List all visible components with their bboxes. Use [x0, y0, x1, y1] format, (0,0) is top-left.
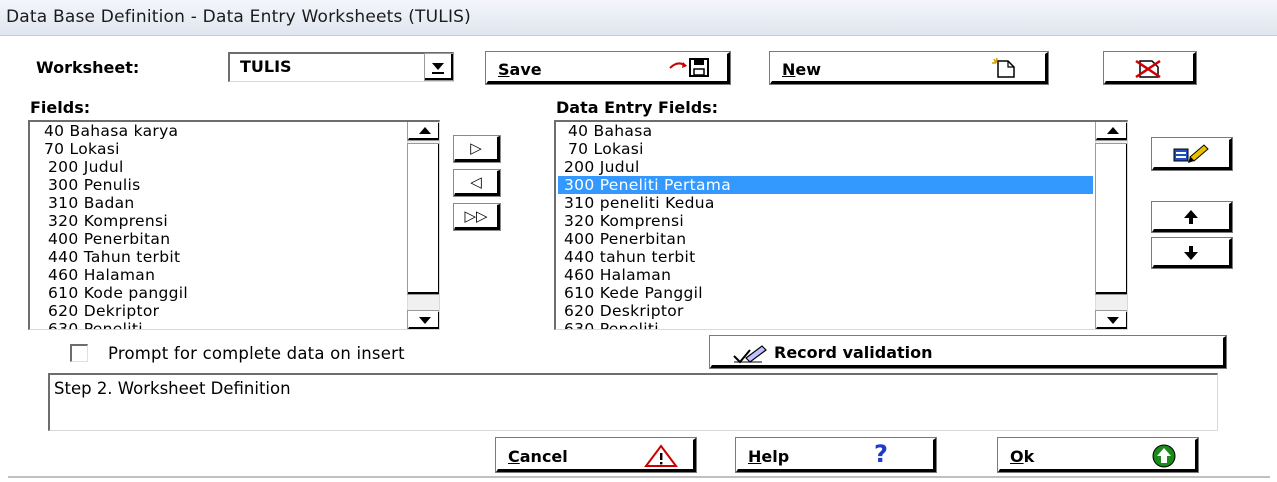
add-all-fields-button[interactable]: ▷▷ [453, 203, 501, 231]
list-item[interactable]: 620 Deskriptor [558, 302, 1093, 320]
list-item[interactable]: 610 Kode panggil [32, 284, 405, 302]
list-item[interactable]: 300 Penulis [32, 176, 405, 194]
list-item[interactable]: 70 Lokasi [32, 140, 405, 158]
prompt-checkbox[interactable] [70, 344, 88, 362]
new-button[interactable]: New [769, 51, 1049, 85]
record-validation-label: Record validation [774, 343, 933, 362]
list-item[interactable]: 400 Penerbitan [32, 230, 405, 248]
data-entry-scrollbar[interactable] [1095, 122, 1127, 329]
worksheet-label: Worksheet: [36, 58, 140, 77]
scroll-thumb[interactable] [407, 143, 439, 295]
scroll-up-button[interactable] [407, 122, 439, 141]
worksheet-combo[interactable]: TULIS [228, 52, 454, 82]
edit-field-icon [1172, 143, 1212, 169]
help-button-label: Help [748, 447, 790, 466]
help-icon: ? [874, 440, 888, 468]
status-text: Step 2. Worksheet Definition [54, 379, 291, 398]
list-item[interactable]: 630 Peneliti [32, 320, 405, 329]
arrow-left-icon: ◁ [470, 173, 482, 191]
record-validation-button[interactable]: Record validation [709, 335, 1227, 369]
list-item[interactable]: 200 Judul [32, 158, 405, 176]
arrow-down-icon [1181, 244, 1201, 266]
arrow-down-icon [419, 317, 431, 324]
list-item[interactable]: 440 Tahun terbit [32, 248, 405, 266]
arrow-up-icon [1107, 127, 1119, 134]
new-button-label: New [782, 60, 822, 79]
list-item[interactable]: 400 Penerbitan [558, 230, 1093, 248]
list-item[interactable]: 310 peneliti Kedua [558, 194, 1093, 212]
worksheet-value: TULIS [240, 57, 292, 76]
list-item-selected[interactable]: 300 Peneliti Pertama [558, 176, 1093, 194]
list-item[interactable]: 440 tahun terbit [558, 248, 1093, 266]
fields-scrollbar[interactable] [407, 122, 439, 329]
dialog-window: Data Base Definition - Data Entry Worksh… [0, 0, 1277, 482]
list-item[interactable]: 200 Judul [558, 158, 1093, 176]
fields-list-items: 40 Bahasa karya 70 Lokasi 200 Judul 300 … [32, 122, 405, 329]
list-item[interactable]: 70 Lokasi [558, 140, 1093, 158]
new-document-icon [990, 57, 1020, 83]
add-field-button[interactable]: ▷ [453, 135, 501, 163]
data-entry-list-items: 40 Bahasa 70 Lokasi 200 Judul 300 Peneli… [558, 122, 1093, 329]
arrow-right-icon: ▷ [470, 139, 482, 157]
arrow-up-icon [419, 127, 431, 134]
help-button[interactable]: Help ? [735, 437, 937, 473]
data-entry-fields-label: Data Entry Fields: [556, 98, 719, 117]
cancel-button[interactable]: Cancel [495, 437, 697, 473]
list-item[interactable]: 310 Badan [32, 194, 405, 212]
list-item[interactable]: 620 Dekriptor [32, 302, 405, 320]
fields-list[interactable]: 40 Bahasa karya 70 Lokasi 200 Judul 300 … [28, 120, 440, 330]
save-button-label: Save [498, 60, 542, 79]
edit-field-button[interactable] [1151, 137, 1233, 171]
ok-button[interactable]: Ok [997, 437, 1199, 473]
scroll-up-button[interactable] [1095, 122, 1127, 141]
window-frame-bottom [8, 476, 1270, 478]
save-button[interactable]: Save [485, 51, 731, 85]
move-down-button[interactable] [1151, 237, 1233, 269]
ok-button-label: Ok [1010, 447, 1035, 466]
chevron-down-icon [432, 63, 444, 70]
list-item[interactable]: 40 Bahasa karya [32, 122, 405, 140]
list-item[interactable]: 320 Komprensi [32, 212, 405, 230]
check-pen-icon [732, 342, 772, 368]
move-up-button[interactable] [1151, 201, 1233, 233]
arrow-up-icon [1181, 208, 1201, 230]
prompt-checkbox-label: Prompt for complete data on insert [108, 344, 405, 363]
list-item[interactable]: 40 Bahasa [558, 122, 1093, 140]
delete-document-icon [1132, 57, 1166, 83]
window-title: Data Base Definition - Data Entry Worksh… [6, 7, 471, 27]
green-arrow-icon [1152, 444, 1176, 472]
warning-icon [644, 444, 678, 472]
list-item[interactable]: 460 Halaman [32, 266, 405, 284]
scroll-down-button[interactable] [407, 310, 439, 329]
delete-worksheet-button[interactable] [1103, 51, 1197, 85]
arrow-down-icon [1107, 317, 1119, 324]
data-entry-fields-list[interactable]: 40 Bahasa 70 Lokasi 200 Judul 300 Peneli… [554, 120, 1128, 330]
list-item[interactable]: 630 Peneliti [558, 320, 1093, 329]
cancel-button-label: Cancel [508, 447, 568, 466]
scroll-thumb[interactable] [1095, 143, 1127, 295]
title-bar[interactable]: Data Base Definition - Data Entry Worksh… [0, 0, 1277, 36]
double-arrow-right-icon: ▷▷ [464, 207, 488, 225]
list-item[interactable]: 460 Halaman [558, 266, 1093, 284]
list-item[interactable]: 610 Kede Panggil [558, 284, 1093, 302]
status-box: Step 2. Worksheet Definition [48, 373, 1218, 431]
scroll-down-button[interactable] [1095, 310, 1127, 329]
remove-field-button[interactable]: ◁ [453, 169, 501, 197]
combo-dropdown-button[interactable] [424, 53, 454, 81]
fields-label: Fields: [30, 98, 91, 117]
list-item[interactable]: 320 Komprensi [558, 212, 1093, 230]
floppy-disk-icon [666, 57, 714, 83]
